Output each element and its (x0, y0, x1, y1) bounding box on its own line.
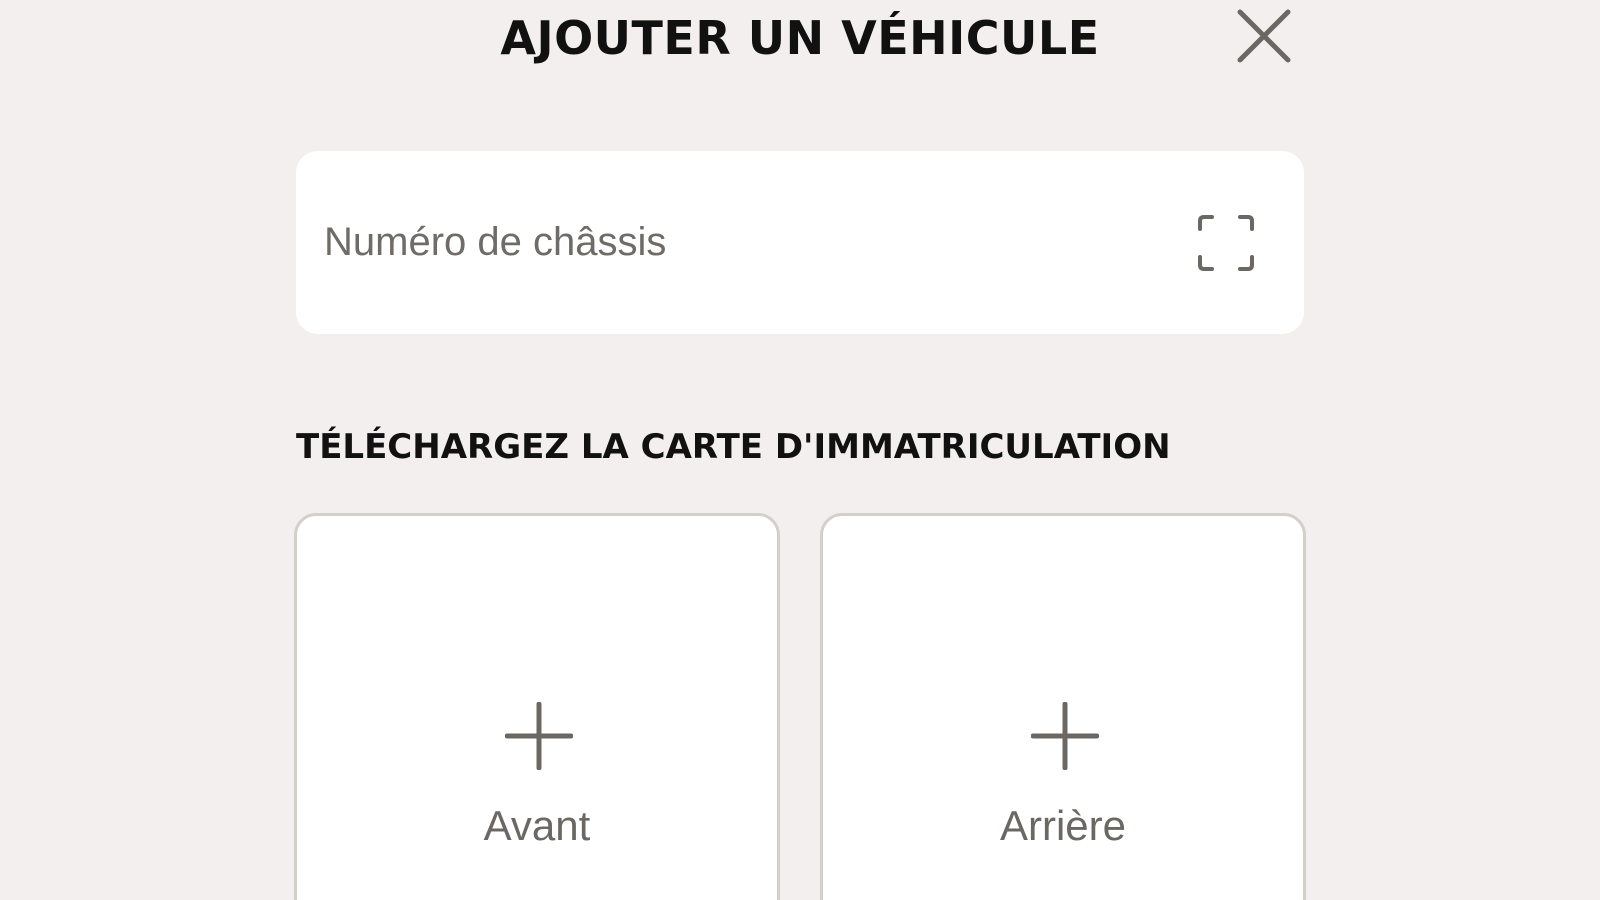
upload-back-label: Arrière (999, 802, 1127, 849)
scan-icon (1198, 215, 1254, 271)
vin-input[interactable] (322, 211, 1146, 273)
upload-back-card[interactable]: Arrière (820, 513, 1306, 900)
close-button[interactable] (1234, 6, 1294, 66)
page-title: AJOUTER UN VÉHICULE (500, 11, 1100, 65)
plus-icon (1031, 702, 1099, 770)
upload-front-label: Avant (483, 802, 591, 849)
add-vehicle-page: AJOUTER UN VÉHICULE TÉLÉCHARGEZ LA CARTE… (0, 0, 1600, 900)
registration-upload-heading: TÉLÉCHARGEZ LA CARTE D'IMMATRICULATION (296, 427, 1171, 467)
upload-front-card[interactable]: Avant (294, 513, 780, 900)
vin-field (296, 151, 1304, 334)
plus-icon (505, 702, 573, 770)
scan-button[interactable] (1196, 213, 1256, 273)
close-icon (1237, 9, 1291, 63)
